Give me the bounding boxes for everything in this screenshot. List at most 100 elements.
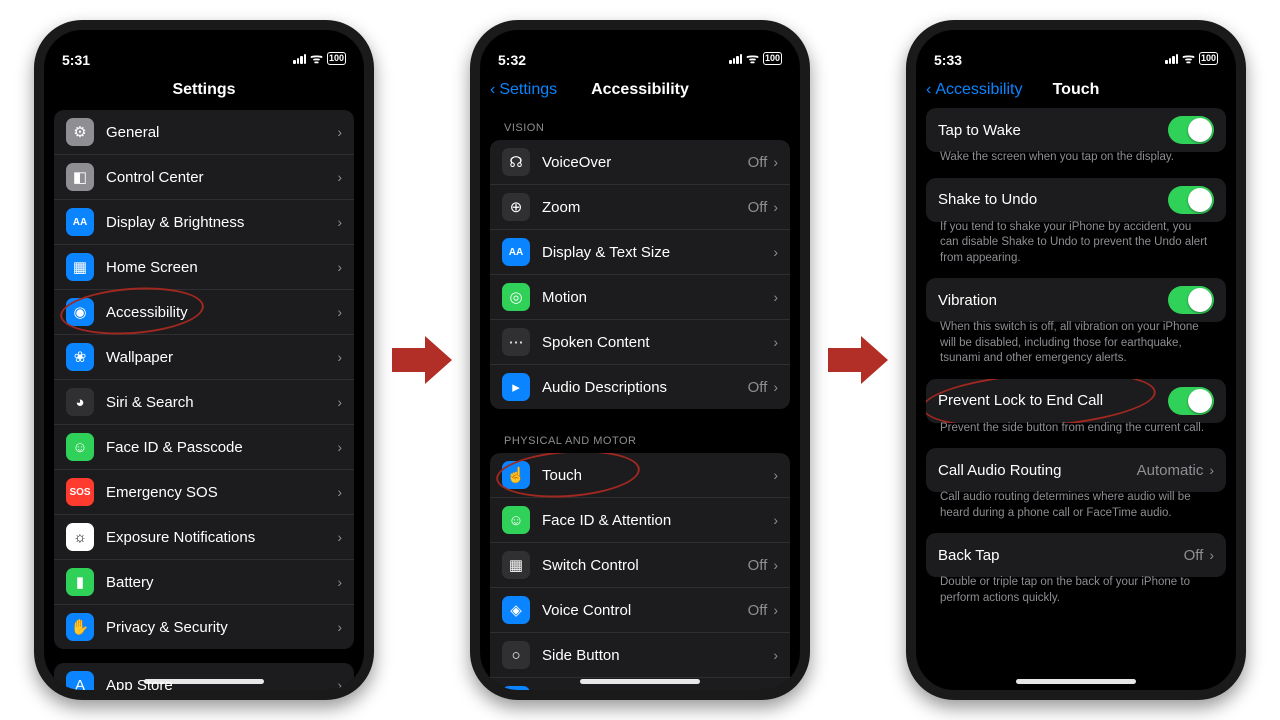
chevron-right-icon: › <box>773 199 778 215</box>
settings-row[interactable]: ▸Audio DescriptionsOff› <box>490 364 790 409</box>
chevron-right-icon: › <box>337 349 342 365</box>
chevron-right-icon: › <box>337 394 342 410</box>
clock: 5:31 <box>62 52 90 68</box>
row-label: Privacy & Security <box>106 619 337 636</box>
settings-row[interactable]: Vibration <box>926 278 1226 322</box>
row-label: Control Center <box>106 169 337 186</box>
settings-row[interactable]: ✋Privacy & Security› <box>54 604 354 649</box>
settings-row[interactable]: Tap to Wake <box>926 108 1226 152</box>
row-icon: ☊ <box>502 148 530 176</box>
settings-row[interactable]: Call Audio RoutingAutomatic› <box>926 448 1226 492</box>
chevron-right-icon: › <box>337 124 342 140</box>
nav-bar: ‹ Settings Accessibility <box>480 70 800 110</box>
settings-row[interactable]: ◈ Voice ControlOff › <box>490 587 790 632</box>
row-label: Exposure Notifications <box>106 529 337 546</box>
toggle-switch[interactable] <box>1168 387 1214 415</box>
home-indicator[interactable] <box>580 679 700 684</box>
row-footer: When this switch is off, all vibration o… <box>926 316 1226 379</box>
clock: 5:32 <box>498 52 526 68</box>
home-indicator[interactable] <box>1016 679 1136 684</box>
settings-row[interactable]: AADisplay & Brightness› <box>54 199 354 244</box>
settings-row[interactable]: AADisplay & Text Size› <box>490 229 790 274</box>
battery-icon: 100 <box>1199 52 1218 65</box>
chevron-right-icon: › <box>337 169 342 185</box>
section-header-vision: VISION <box>490 110 790 140</box>
step-arrow-icon <box>392 330 452 390</box>
home-indicator[interactable] <box>144 679 264 684</box>
notch <box>129 30 279 56</box>
settings-row[interactable]: A͇App Store› <box>54 663 354 690</box>
row-icon: ◕ <box>66 388 94 416</box>
row-value: Off <box>1184 547 1204 564</box>
row-icon: ☺ <box>502 506 530 534</box>
chevron-right-icon: › <box>337 529 342 545</box>
settings-row[interactable]: ▦Switch ControlOff› <box>490 542 790 587</box>
chevron-right-icon: › <box>337 439 342 455</box>
row-icon: ⋯ <box>502 328 530 356</box>
page-title: Settings <box>172 81 235 99</box>
row-icon: ▸ <box>502 373 530 401</box>
row-icon: ◉ <box>66 298 94 326</box>
settings-row[interactable]: ☊VoiceOverOff› <box>490 140 790 184</box>
row-label: Motion <box>542 289 773 306</box>
battery-icon: 100 <box>327 52 346 65</box>
settings-row[interactable]: ☺Face ID & Attention› <box>490 497 790 542</box>
chevron-right-icon: › <box>337 619 342 635</box>
settings-row[interactable]: Back TapOff› <box>926 533 1226 577</box>
page-title: Accessibility <box>591 81 689 99</box>
row-icon: ▦ <box>502 551 530 579</box>
settings-row[interactable]: Prevent Lock to End Call <box>926 379 1226 423</box>
settings-row[interactable]: Shake to Undo <box>926 178 1226 222</box>
settings-row[interactable]: ◉Accessibility› <box>54 289 354 334</box>
row-label: Spoken Content <box>542 334 773 351</box>
row-label: Zoom <box>542 199 748 216</box>
settings-row[interactable]: SOSEmergency SOS› <box>54 469 354 514</box>
signal-icon <box>293 54 306 64</box>
notch <box>565 30 715 56</box>
toggle-switch[interactable] <box>1168 116 1214 144</box>
toggle-switch[interactable] <box>1168 286 1214 314</box>
row-label: Wallpaper <box>106 349 337 366</box>
chevron-left-icon: ‹ <box>490 81 495 99</box>
settings-row[interactable]: ⊕ZoomOff› <box>490 184 790 229</box>
settings-row[interactable]: ○Side Button› <box>490 632 790 677</box>
row-icon: AA <box>502 238 530 266</box>
row-icon: SOS <box>66 478 94 506</box>
row-value: Off <box>748 379 768 396</box>
row-label: Accessibility <box>106 304 337 321</box>
chevron-right-icon: › <box>773 647 778 663</box>
settings-row[interactable]: ◧ Control Center› <box>54 154 354 199</box>
row-value: Off <box>748 154 768 171</box>
row-icon: ◧ <box>66 163 94 191</box>
settings-row[interactable]: ☼Exposure Notifications› <box>54 514 354 559</box>
chevron-right-icon: › <box>1209 547 1214 563</box>
settings-row[interactable]: ⚙︎General› <box>54 110 354 154</box>
settings-row[interactable]: ⋯Spoken Content› <box>490 319 790 364</box>
row-icon: ☺ <box>66 433 94 461</box>
chevron-right-icon: › <box>1209 462 1214 478</box>
chevron-right-icon: › <box>773 154 778 170</box>
settings-row[interactable]: ▮Battery› <box>54 559 354 604</box>
settings-row[interactable]: ◎Motion› <box>490 274 790 319</box>
row-label: Siri & Search <box>106 394 337 411</box>
row-value: Off <box>748 602 768 619</box>
settings-row[interactable]: ☺Face ID & Passcode› <box>54 424 354 469</box>
row-label: Voice Control <box>542 602 748 619</box>
row-footer: Call audio routing determines where audi… <box>926 486 1226 533</box>
row-icon: ◎ <box>502 283 530 311</box>
chevron-right-icon: › <box>773 602 778 618</box>
row-icon: ◈ <box>502 596 530 624</box>
back-button[interactable]: ‹ Settings <box>490 81 557 99</box>
row-icon: AA <box>66 208 94 236</box>
settings-row[interactable]: ❀Wallpaper› <box>54 334 354 379</box>
chevron-right-icon: › <box>773 467 778 483</box>
settings-row[interactable]: ▦Home Screen› <box>54 244 354 289</box>
chevron-right-icon: › <box>773 512 778 528</box>
toggle-switch[interactable] <box>1168 186 1214 214</box>
row-icon: ☝ <box>502 461 530 489</box>
back-button[interactable]: ‹ Accessibility <box>926 81 1022 99</box>
settings-row[interactable]: ◕ Siri & Search› <box>54 379 354 424</box>
settings-row[interactable]: ☝Touch› <box>490 453 790 497</box>
row-icon: ▦ <box>66 253 94 281</box>
row-label: Prevent Lock to End Call <box>938 392 1168 409</box>
